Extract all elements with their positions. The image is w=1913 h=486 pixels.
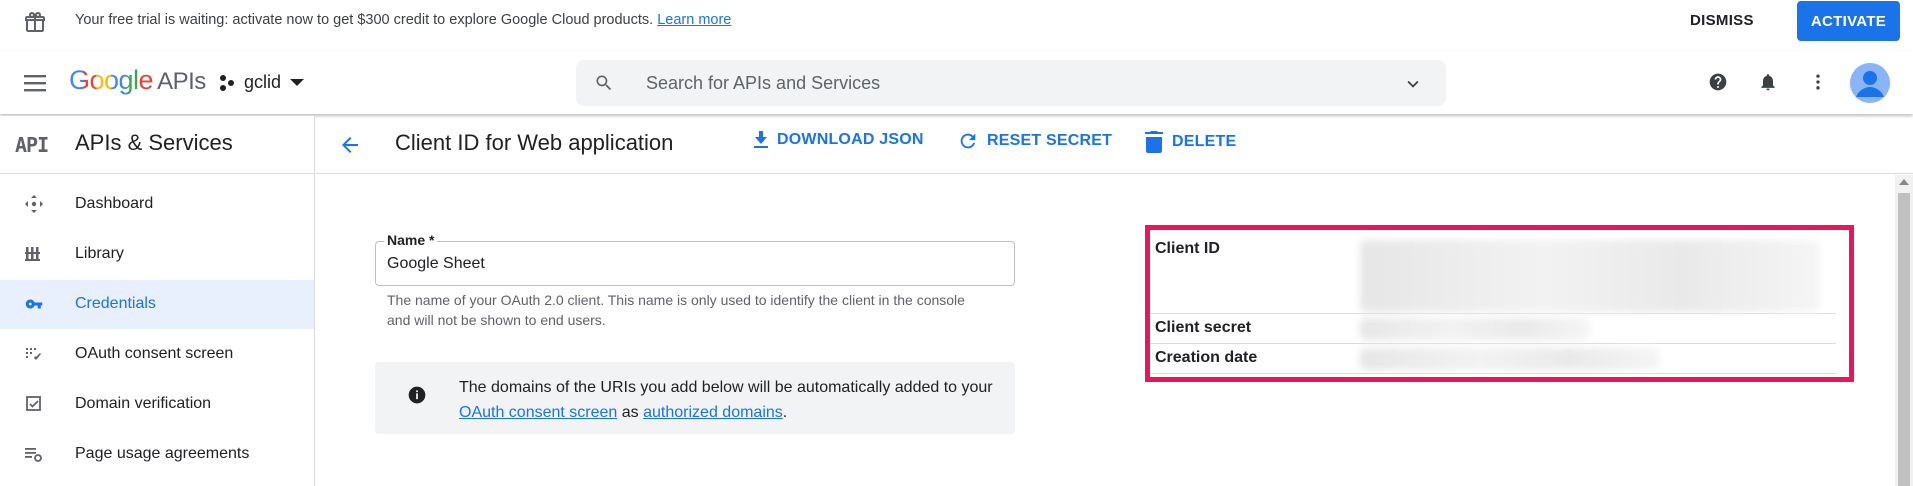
- scrollbar[interactable]: [1895, 175, 1913, 486]
- dashboard-icon: [25, 195, 43, 213]
- sidebar-item-page-usage-agreements[interactable]: Page usage agreements: [0, 430, 314, 479]
- checkbox-icon: [25, 395, 43, 413]
- project-selector[interactable]: gclid: [218, 72, 305, 93]
- settings-list-icon: [25, 445, 43, 463]
- name-field[interactable]: Name * Google Sheet: [375, 232, 1015, 286]
- search-input[interactable]: Search for APIs and Services: [646, 73, 880, 94]
- more-vert-icon[interactable]: [1808, 71, 1828, 93]
- dropdown-arrow-icon: [289, 78, 305, 88]
- name-help-text: The name of your OAuth 2.0 client. This …: [387, 292, 965, 328]
- download-json-button[interactable]: DOWNLOAD JSON: [753, 130, 924, 150]
- oauth-consent-screen-link[interactable]: OAuth consent screen: [459, 404, 617, 421]
- sidebar-header: API APIs & Services: [0, 116, 314, 174]
- sidebar-item-dashboard[interactable]: Dashboard: [0, 180, 314, 229]
- sidebar-item-oauth-consent-screen[interactable]: OAuth consent screen: [0, 330, 314, 379]
- download-icon: [753, 130, 769, 150]
- domains-info-box: The domains of the URIs you add below wi…: [375, 362, 1015, 434]
- help-icon[interactable]: [1708, 72, 1728, 92]
- delete-button[interactable]: DELETE: [1144, 130, 1236, 154]
- project-name: gclid: [244, 72, 282, 92]
- library-icon: [25, 245, 43, 263]
- google-apis-logo[interactable]: Google APIs: [69, 65, 206, 96]
- sidebar: API APIs & Services Dashboard Library Cr…: [0, 116, 315, 486]
- gift-icon: [23, 10, 47, 34]
- sidebar-item-credentials[interactable]: Credentials: [0, 280, 314, 329]
- refresh-icon: [957, 130, 979, 152]
- sidebar-item-domain-verification[interactable]: Domain verification: [0, 380, 314, 429]
- back-arrow-icon[interactable]: [338, 133, 362, 157]
- sidebar-item-library[interactable]: Library: [0, 230, 314, 279]
- reset-secret-button[interactable]: RESET SECRET: [957, 130, 1112, 152]
- project-dots-icon: [218, 74, 236, 92]
- search-bar[interactable]: Search for APIs and Services: [576, 60, 1446, 106]
- key-icon: [25, 295, 43, 313]
- hamburger-menu-icon[interactable]: [23, 73, 47, 93]
- learn-more-link[interactable]: Learn more: [657, 12, 731, 28]
- page-title: Client ID for Web application: [395, 130, 674, 155]
- page-header: Client ID for Web application DOWNLOAD J…: [316, 116, 1913, 174]
- avatar[interactable]: [1850, 63, 1890, 103]
- activate-button[interactable]: ACTIVATE: [1797, 1, 1900, 41]
- api-badge-icon: API: [15, 133, 49, 157]
- name-field-label: Name *: [384, 232, 438, 248]
- trash-icon: [1144, 130, 1164, 154]
- search-icon: [594, 73, 614, 93]
- scroll-up-arrow-icon[interactable]: [1899, 179, 1909, 185]
- authorized-domains-link[interactable]: authorized domains: [643, 404, 783, 421]
- scrollbar-thumb[interactable]: [1898, 193, 1910, 486]
- top-app-bar: Google APIs gclid Search for APIs and Ser…: [0, 51, 1913, 114]
- info-icon: [407, 385, 427, 405]
- trial-message: Your free trial is waiting: activate now…: [75, 12, 732, 28]
- trial-banner: Your free trial is waiting: activate now…: [0, 0, 1913, 43]
- dismiss-button[interactable]: DISMISS: [1690, 12, 1754, 29]
- notifications-bell-icon[interactable]: [1758, 71, 1778, 93]
- consent-icon: [25, 345, 43, 363]
- domains-info-text: The domains of the URIs you add below wi…: [459, 379, 993, 421]
- chevron-down-icon[interactable]: [1402, 73, 1424, 95]
- sidebar-title: APIs & Services: [75, 130, 233, 155]
- highlight-box: [1145, 225, 1854, 382]
- name-input[interactable]: Google Sheet: [387, 255, 485, 273]
